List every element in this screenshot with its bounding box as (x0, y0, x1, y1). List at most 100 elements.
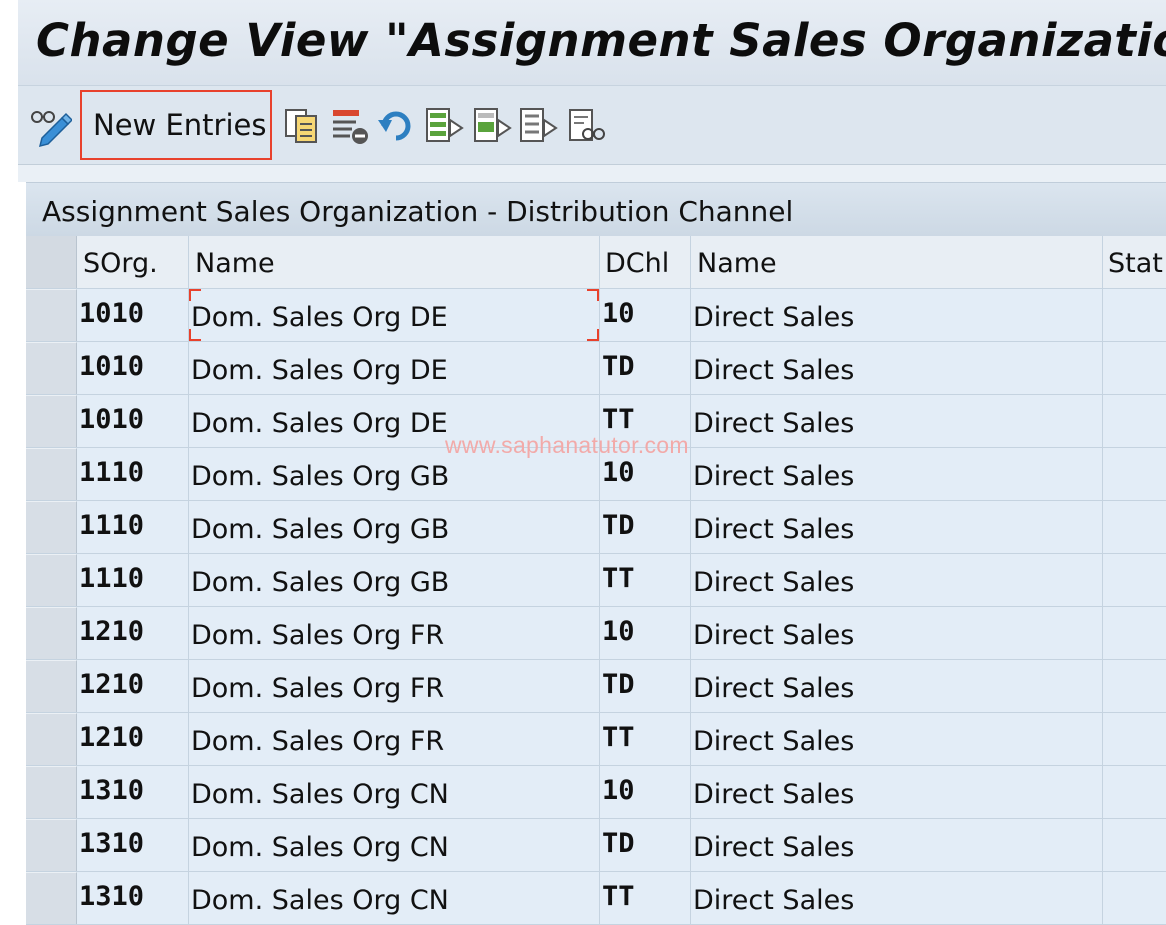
cell-sales-org-name[interactable]: Dom. Sales Org CN (188, 766, 599, 818)
cell-sorg: 1110 (79, 510, 145, 541)
table-row[interactable]: 1210 Dom. Sales Org FR TT Direct Sales (26, 713, 1166, 766)
display-change-icon[interactable] (28, 104, 72, 148)
cell-channel-name: Direct Sales (690, 713, 1102, 765)
cell-status (1102, 501, 1166, 553)
cell-sales-org-name[interactable]: Dom. Sales Org FR (188, 713, 599, 765)
cell-sales-org-name[interactable]: Dom. Sales Org GB (188, 448, 599, 500)
cell-status (1102, 448, 1166, 500)
cell-sorg: 1210 (79, 722, 145, 753)
focus-corner (587, 289, 599, 301)
new-entries-button[interactable]: New Entries (80, 90, 272, 160)
row-selector[interactable] (26, 660, 77, 712)
cell-sales-org-name[interactable]: Dom. Sales Org GB (188, 554, 599, 606)
table-row[interactable]: 1310 Dom. Sales Org CN 10 Direct Sales (26, 766, 1166, 819)
row-selector[interactable] (26, 607, 77, 659)
cell-sorg: 1010 (79, 298, 145, 329)
panel-spacer (18, 165, 1166, 182)
cell-dchl: 10 (599, 766, 690, 818)
cell-dchl: TT (599, 872, 690, 924)
cell-channel-name: Direct Sales (690, 660, 1102, 712)
cell-sorg: 1010 (79, 351, 145, 382)
cell-sales-org-name[interactable]: Dom. Sales Org FR (188, 660, 599, 712)
select-all-rows-button[interactable] (26, 236, 77, 288)
cell-sales-org-name[interactable]: Dom. Sales Org FR (188, 607, 599, 659)
copy-as-icon[interactable] (282, 106, 322, 146)
cell-sales-org-name[interactable]: Dom. Sales Org CN (188, 819, 599, 871)
column-header-sorg[interactable]: SOrg. (77, 236, 188, 288)
table-row[interactable]: 1310 Dom. Sales Org CN TT Direct Sales (26, 872, 1166, 925)
table-row[interactable]: 1210 Dom. Sales Org FR TD Direct Sales (26, 660, 1166, 713)
focus-corner (189, 289, 201, 301)
row-selector[interactable] (26, 342, 77, 394)
cell-channel-name: Direct Sales (690, 395, 1102, 447)
column-header-sales-org-name[interactable]: Name (188, 236, 599, 288)
cell-dchl: 10 (599, 607, 690, 659)
cell-status (1102, 872, 1166, 924)
column-header-dchl[interactable]: DChl (599, 236, 690, 288)
cell-sales-org-name[interactable]: Dom. Sales Org DE (188, 289, 599, 341)
table-row[interactable]: 1010 Dom. Sales Org DE TD Direct Sales (26, 342, 1166, 395)
cell-dchl: TT (599, 395, 690, 447)
cell-sales-org-name[interactable]: Dom. Sales Org CN (188, 872, 599, 924)
cell-status (1102, 819, 1166, 871)
cell-dchl: TT (599, 713, 690, 765)
cell-dchl: TD (599, 819, 690, 871)
cell-channel-name: Direct Sales (690, 448, 1102, 500)
table-row[interactable]: 1310 Dom. Sales Org CN TD Direct Sales (26, 819, 1166, 872)
table-row[interactable]: 1010 Dom. Sales Org DE 10 Direct Sales (26, 289, 1166, 342)
deselect-all-icon[interactable] (518, 106, 558, 146)
cell-status (1102, 289, 1166, 341)
cell-sales-org-name[interactable]: Dom. Sales Org GB (188, 501, 599, 553)
select-block-icon[interactable] (472, 106, 512, 146)
cell-dchl: TD (599, 342, 690, 394)
cell-sorg: 1210 (79, 616, 145, 647)
row-selector[interactable] (26, 554, 77, 606)
row-selector[interactable] (26, 819, 77, 871)
row-selector[interactable] (26, 395, 77, 447)
table-row[interactable]: 1110 Dom. Sales Org GB TD Direct Sales (26, 501, 1166, 554)
left-margin (0, 0, 18, 898)
cell-sales-org-name[interactable]: Dom. Sales Org DE (188, 342, 599, 394)
cell-status (1102, 713, 1166, 765)
cell-sorg: 1310 (79, 775, 145, 806)
cell-dchl: TT (599, 554, 690, 606)
cell-status (1102, 766, 1166, 818)
cell-sales-org-name[interactable]: Dom. Sales Org DE (188, 395, 599, 447)
assignment-table: SOrg. Name DChl Name Stat 1010 Dom. Sales… (26, 236, 1166, 925)
cell-sorg: 1310 (79, 828, 145, 859)
table-row[interactable]: 1010 Dom. Sales Org DE TT Direct Sales (26, 395, 1166, 448)
cell-channel-name: Direct Sales (690, 872, 1102, 924)
cell-status (1102, 607, 1166, 659)
cell-channel-name: Direct Sales (690, 607, 1102, 659)
cell-status (1102, 660, 1166, 712)
page-title: Change View "Assignment Sales Organizati… (36, 14, 1166, 67)
cell-dchl: 10 (599, 448, 690, 500)
cell-sorg: 1010 (79, 404, 145, 435)
table-panel-header: Assignment Sales Organization - Distribu… (26, 182, 1166, 237)
cell-channel-name: Direct Sales (690, 766, 1102, 818)
cell-dchl: 10 (599, 289, 690, 341)
row-selector[interactable] (26, 289, 77, 341)
row-selector[interactable] (26, 713, 77, 765)
row-selector[interactable] (26, 448, 77, 500)
table-row[interactable]: 1210 Dom. Sales Org FR 10 Direct Sales (26, 607, 1166, 660)
column-header-channel-name[interactable]: Name (690, 236, 1102, 288)
cell-channel-name: Direct Sales (690, 342, 1102, 394)
cell-status (1102, 395, 1166, 447)
focus-corner (587, 329, 599, 341)
row-selector[interactable] (26, 501, 77, 553)
row-selector[interactable] (26, 872, 77, 924)
undo-change-icon[interactable] (376, 106, 416, 146)
delete-icon[interactable] (330, 106, 370, 146)
cell-channel-name: Direct Sales (690, 289, 1102, 341)
table-row[interactable]: 1110 Dom. Sales Org GB 10 Direct Sales (26, 448, 1166, 501)
window-title-bar: Change View "Assignment Sales Organizati… (18, 0, 1166, 86)
select-all-icon[interactable] (424, 106, 464, 146)
print-icon[interactable] (566, 106, 606, 146)
cell-channel-name: Direct Sales (690, 554, 1102, 606)
cell-sorg: 1210 (79, 669, 145, 700)
column-header-status[interactable]: Stat (1102, 236, 1166, 288)
table-header-row: SOrg. Name DChl Name Stat (26, 236, 1166, 289)
table-row[interactable]: 1110 Dom. Sales Org GB TT Direct Sales (26, 554, 1166, 607)
row-selector[interactable] (26, 766, 77, 818)
